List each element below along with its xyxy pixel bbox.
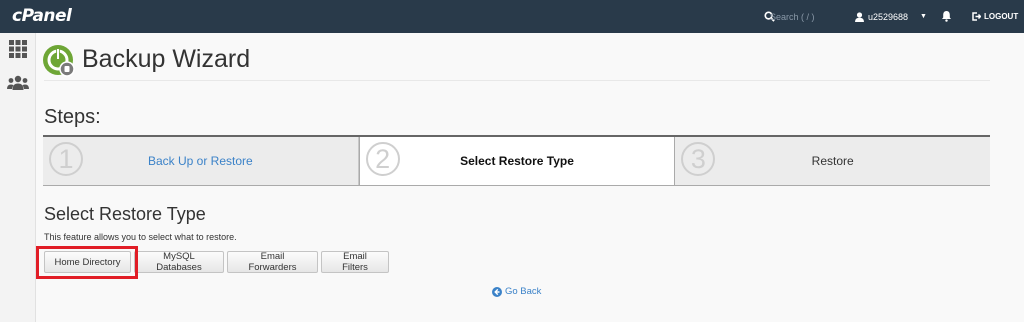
steps-bar: 1 Back Up or Restore 2 Select Restore Ty… — [43, 135, 990, 186]
email-filters-button[interactable]: Email Filters — [321, 251, 389, 273]
bell-icon[interactable] — [941, 10, 952, 22]
logout-button[interactable]: LOGOUT — [972, 0, 1018, 33]
step-number: 2 — [365, 142, 400, 176]
logout-icon — [972, 12, 981, 21]
email-forwarders-button[interactable]: Email Forwarders — [227, 251, 318, 273]
username-label: u2529688 — [868, 11, 909, 22]
home-directory-button[interactable]: Home Directory — [44, 251, 131, 273]
step-select-restore-type: 2 Select Restore Type — [358, 137, 676, 185]
top-navbar: cPanel u2529688 ▼ LOGOUT — [0, 0, 1024, 33]
go-back-link[interactable]: Go Back — [492, 286, 541, 297]
cpanel-logo[interactable]: cPanel — [12, 6, 72, 26]
restore-type-buttons: Home Directory MySQL Databases Email For… — [44, 251, 389, 273]
arrow-left-circle-icon — [492, 286, 502, 297]
step-label: Select Restore Type — [460, 154, 574, 168]
search-box[interactable] — [752, 0, 844, 33]
section-description: This feature allows you to select what t… — [44, 232, 237, 242]
search-input[interactable] — [768, 8, 844, 26]
steps-heading: Steps: — [44, 106, 101, 128]
mysql-databases-button[interactable]: MySQL Databases — [134, 251, 224, 273]
grid-icon[interactable] — [9, 40, 27, 58]
step-label: Restore — [811, 154, 854, 168]
step-back-up-or-restore[interactable]: 1 Back Up or Restore — [43, 137, 359, 185]
user-icon — [855, 11, 864, 22]
user-menu[interactable]: u2529688 ▼ — [855, 0, 927, 33]
backup-wizard-icon — [43, 45, 75, 77]
section-title: Select Restore Type — [44, 204, 206, 224]
title-divider — [44, 80, 990, 81]
page-title: Backup Wizard — [82, 45, 251, 73]
step-restore: 3 Restore — [675, 137, 990, 185]
step-label[interactable]: Back Up or Restore — [148, 154, 253, 168]
logout-label: LOGOUT — [984, 12, 1019, 21]
left-sidebar — [0, 33, 36, 322]
chevron-down-icon: ▼ — [920, 13, 927, 20]
users-icon[interactable] — [7, 75, 29, 91]
step-number: 3 — [681, 142, 716, 176]
go-back-label: Go Back — [505, 286, 542, 297]
step-number: 1 — [49, 142, 83, 176]
